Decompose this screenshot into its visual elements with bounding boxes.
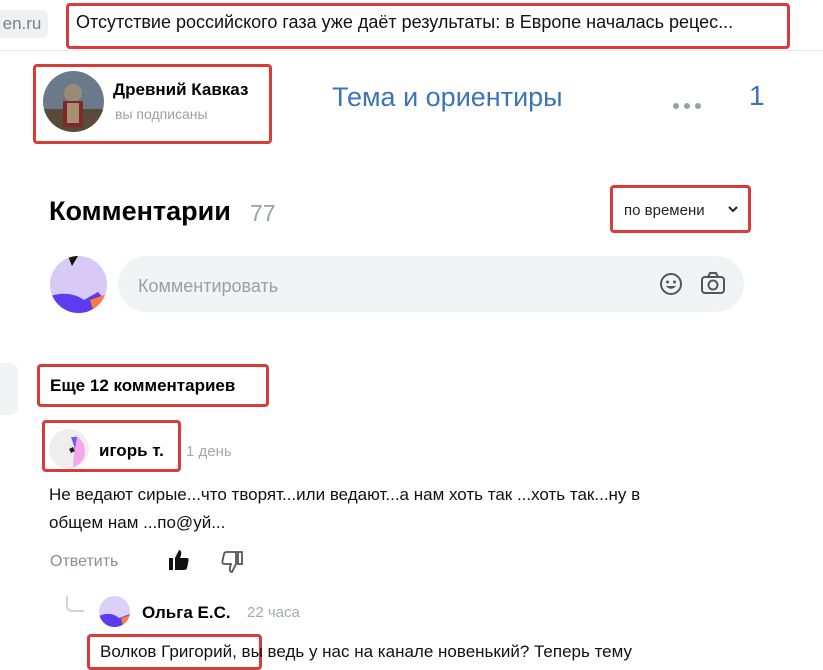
comment-text-line2: общем нам ...по@уй... <box>49 513 226 532</box>
reply-time: 22 часа <box>247 604 300 621</box>
sort-dropdown[interactable]: по времени <box>624 202 705 219</box>
emoji-icon[interactable] <box>659 272 683 301</box>
channel-avatar[interactable] <box>43 71 104 132</box>
camera-icon[interactable] <box>700 271 726 300</box>
comments-count: 77 <box>250 200 276 226</box>
domain-chip[interactable]: en.ru <box>0 10 48 38</box>
more-comments-link[interactable]: Еще 12 комментариев <box>50 376 235 396</box>
comment-author[interactable]: игорь т. <box>99 441 164 461</box>
comment-input-placeholder: Комментировать <box>138 276 279 296</box>
comment-time: 1 день <box>186 443 232 460</box>
thumbs-up-icon[interactable] <box>167 548 191 577</box>
reply-author[interactable]: Ольга Е.С. <box>142 603 231 623</box>
reply-author-avatar[interactable] <box>99 596 130 627</box>
reply-button[interactable]: Ответить <box>50 553 118 571</box>
left-panel-stub <box>0 363 18 415</box>
more-dots-icon[interactable] <box>672 85 702 119</box>
topic-link[interactable]: Тема и ориентиры <box>332 82 563 113</box>
thumbs-down-icon[interactable] <box>220 550 244 579</box>
news-title-link[interactable]: Отсутствие российского газа уже даёт рез… <box>76 12 733 33</box>
reply-thread-line <box>66 596 84 612</box>
chevron-down-icon[interactable] <box>727 202 739 220</box>
subscription-status: вы подписаны <box>115 106 208 122</box>
page-count: 1 <box>749 80 765 111</box>
comments-title: Комментарии <box>49 196 231 226</box>
commenter-avatar[interactable] <box>49 429 89 469</box>
channel-name[interactable]: Древний Кавказ <box>113 80 248 100</box>
mention-link[interactable]: Волков Григорий <box>100 642 232 661</box>
reply-text: Волков Григорий, вы ведь у нас на канале… <box>100 638 632 666</box>
comment-text-line1: Не ведают сирые...что творят...или ведаю… <box>49 485 641 504</box>
user-avatar[interactable] <box>50 256 107 313</box>
reply-text-rest: , вы ведь у нас на канале новенький? Теп… <box>232 642 633 661</box>
